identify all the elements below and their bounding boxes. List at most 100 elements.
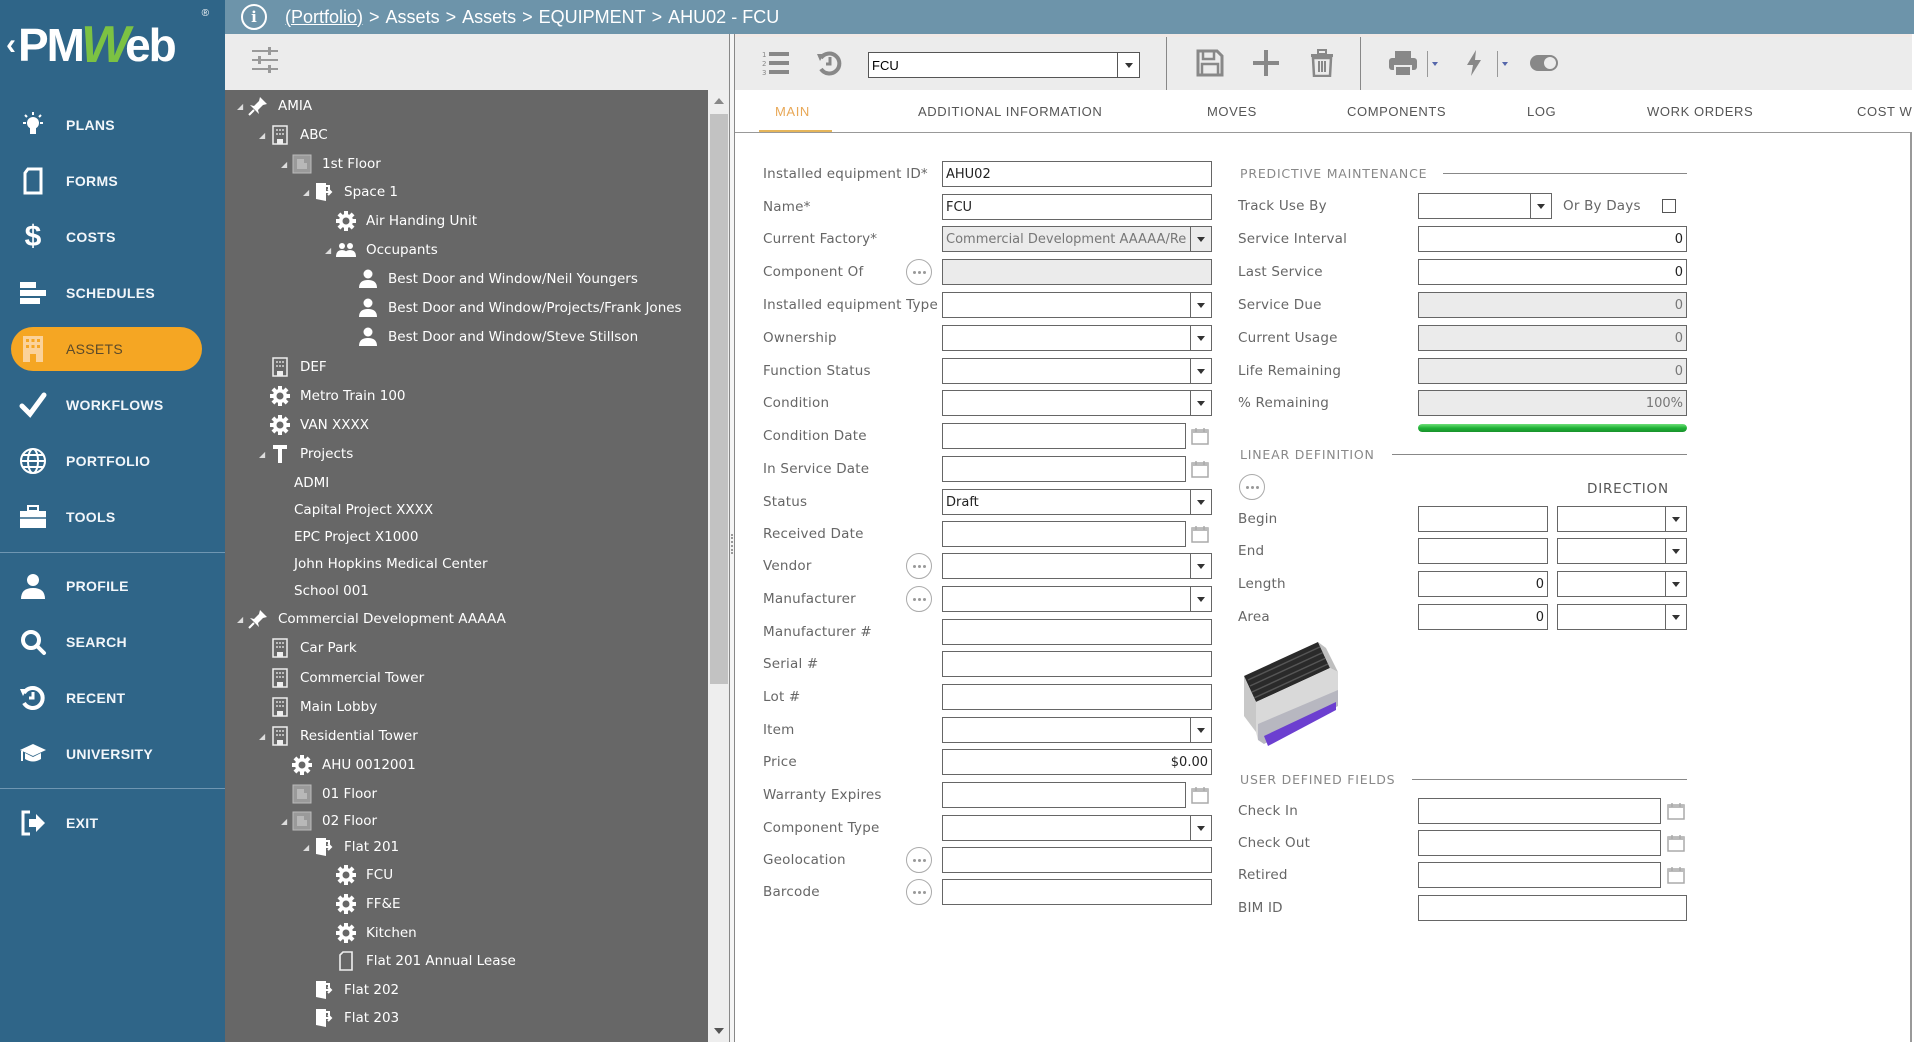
tree-node[interactable]: FF&E (325, 892, 401, 916)
tree-expand-toggle-icon[interactable]: ◢ (281, 817, 291, 826)
manufacturer-select[interactable] (942, 586, 1212, 612)
tree-node[interactable]: ◢ 1st Floor (281, 152, 381, 176)
actions-dropdown-icon[interactable] (1502, 62, 1508, 66)
tree-node[interactable]: ◢ Space 1 (303, 180, 398, 204)
record-select[interactable]: FCU (868, 52, 1140, 78)
tab-components[interactable]: COMPONENTS (1347, 90, 1446, 132)
chevron-down-icon[interactable] (1665, 572, 1686, 596)
linear-more-button[interactable] (1239, 474, 1265, 500)
calendar-icon[interactable] (1667, 834, 1685, 852)
chevron-down-icon[interactable] (1190, 718, 1211, 742)
sidebar-item-schedules[interactable]: SCHEDULES (0, 265, 225, 321)
scroll-down-arrow-icon[interactable] (714, 1028, 724, 1034)
splitter-grip[interactable] (731, 534, 733, 554)
lot-input[interactable] (942, 684, 1212, 710)
info-icon[interactable]: i (241, 4, 267, 30)
check-out-input[interactable] (1418, 830, 1661, 856)
current-factory-select[interactable]: Commercial Development AAAAA/Re (942, 226, 1212, 252)
last-service-input[interactable]: 0 (1418, 259, 1687, 285)
tree-scrollbar[interactable] (708, 90, 730, 1042)
tree-expand-toggle-icon[interactable]: ◢ (259, 450, 269, 459)
chevron-down-icon[interactable] (1665, 507, 1686, 531)
name-input[interactable]: FCU (942, 194, 1212, 220)
sidebar-item-recent[interactable]: RECENT (0, 670, 225, 726)
installed-equipment-id-input[interactable]: AHU02 (942, 161, 1212, 187)
tree-node[interactable]: Flat 203 (303, 1006, 399, 1030)
area-input[interactable]: 0 (1418, 604, 1548, 630)
tree-node[interactable]: ADMI (281, 471, 329, 495)
lightning-icon[interactable] (1458, 47, 1490, 79)
service-interval-input[interactable]: 0 (1418, 226, 1687, 252)
chevron-down-icon[interactable] (1530, 194, 1551, 218)
chevron-down-icon[interactable] (1665, 539, 1686, 563)
sidebar-item-tools[interactable]: TOOLS (0, 489, 225, 545)
manufacturer-lookup-button[interactable] (906, 586, 932, 612)
tab-main[interactable]: MAIN (759, 90, 832, 132)
in-service-date-input[interactable] (942, 456, 1186, 482)
warranty-expires-input[interactable] (942, 782, 1186, 808)
manufacturer-input[interactable] (942, 619, 1212, 645)
chevron-down-icon[interactable] (1190, 816, 1211, 840)
tree-node[interactable]: ◢ Projects (259, 442, 353, 466)
scroll-up-arrow-icon[interactable] (714, 98, 724, 104)
pmweb-logo[interactable]: ‹ PM W eb ® (0, 0, 225, 90)
begin-direction-select[interactable] (1557, 506, 1687, 532)
tree-node[interactable]: ◢ Commercial Development AAAAA (237, 607, 506, 631)
length-input[interactable]: 0 (1418, 571, 1548, 597)
tree-node[interactable]: ◢ Flat 201 (303, 835, 399, 859)
sidebar-item-forms[interactable]: FORMS (0, 153, 225, 209)
tree-node[interactable]: Best Door and Window/Neil Youngers (347, 267, 638, 291)
chevron-down-icon[interactable] (1190, 359, 1211, 383)
print-icon[interactable] (1387, 47, 1419, 79)
end-input[interactable] (1418, 538, 1548, 564)
collapse-chevron-icon[interactable]: ‹ (6, 28, 16, 62)
tree-node[interactable]: AHU 0012001 (281, 753, 416, 777)
tree-node[interactable]: Flat 201 Annual Lease (325, 949, 516, 973)
sidebar-item-profile[interactable]: PROFILE (0, 558, 225, 614)
tree-expand-toggle-icon[interactable]: ◢ (259, 131, 269, 140)
sidebar-item-costs[interactable]: $ COSTS (0, 209, 225, 265)
save-icon[interactable] (1194, 47, 1226, 79)
tree-node[interactable]: ◢ AMIA (237, 94, 312, 118)
retired-input[interactable] (1418, 862, 1661, 888)
tree-node[interactable]: VAN XXXX (259, 413, 369, 437)
geolocation-input[interactable] (942, 847, 1212, 873)
or-by-days-checkbox[interactable] (1662, 199, 1676, 213)
sidebar-item-search[interactable]: SEARCH (0, 614, 225, 670)
tree-node[interactable]: Air Handing Unit (325, 209, 477, 233)
chevron-down-icon[interactable] (1190, 227, 1211, 251)
tree-node[interactable]: EPC Project X1000 (281, 525, 418, 549)
check-in-input[interactable] (1418, 798, 1661, 824)
barcode-input[interactable] (942, 879, 1212, 905)
tree-node[interactable]: Kitchen (325, 921, 417, 945)
chevron-down-icon[interactable] (1190, 587, 1211, 611)
tree-node[interactable]: ◢ Residential Tower (259, 724, 418, 748)
sidebar-item-exit[interactable]: EXIT (0, 795, 225, 851)
tree-expand-toggle-icon[interactable]: ◢ (259, 732, 269, 741)
tree-node[interactable]: 01 Floor (281, 782, 377, 806)
tree-node[interactable]: Commercial Tower (259, 666, 424, 690)
equipment-photo[interactable] (1238, 640, 1350, 752)
tab-work-orders[interactable]: WORK ORDERS (1647, 90, 1753, 132)
component-of-input[interactable] (942, 259, 1212, 285)
area-direction-select[interactable] (1557, 604, 1687, 630)
tree-node[interactable]: ◢ ABC (259, 123, 328, 147)
toggle-switch-icon[interactable] (1528, 47, 1560, 79)
chevron-down-icon[interactable] (1665, 605, 1686, 629)
calendar-icon[interactable] (1191, 525, 1209, 543)
tree-node[interactable]: School 001 (281, 579, 369, 603)
calendar-icon[interactable] (1191, 427, 1209, 445)
sidebar-item-portfolio[interactable]: PORTFOLIO (0, 433, 225, 489)
tree-node[interactable]: John Hopkins Medical Center (281, 552, 488, 576)
chevron-down-icon[interactable] (1190, 490, 1211, 514)
chevron-down-icon[interactable] (1190, 554, 1211, 578)
condition-select[interactable] (942, 390, 1212, 416)
tab-additional-information[interactable]: ADDITIONAL INFORMATION (918, 90, 1102, 132)
print-dropdown-icon[interactable] (1432, 62, 1438, 66)
tree-node[interactable]: Capital Project XXXX (281, 498, 433, 522)
numbered-list-icon[interactable]: 123 (760, 47, 792, 79)
serial-input[interactable] (942, 651, 1212, 677)
length-direction-select[interactable] (1557, 571, 1687, 597)
condition-date-input[interactable] (942, 423, 1186, 449)
calendar-icon[interactable] (1191, 786, 1209, 804)
